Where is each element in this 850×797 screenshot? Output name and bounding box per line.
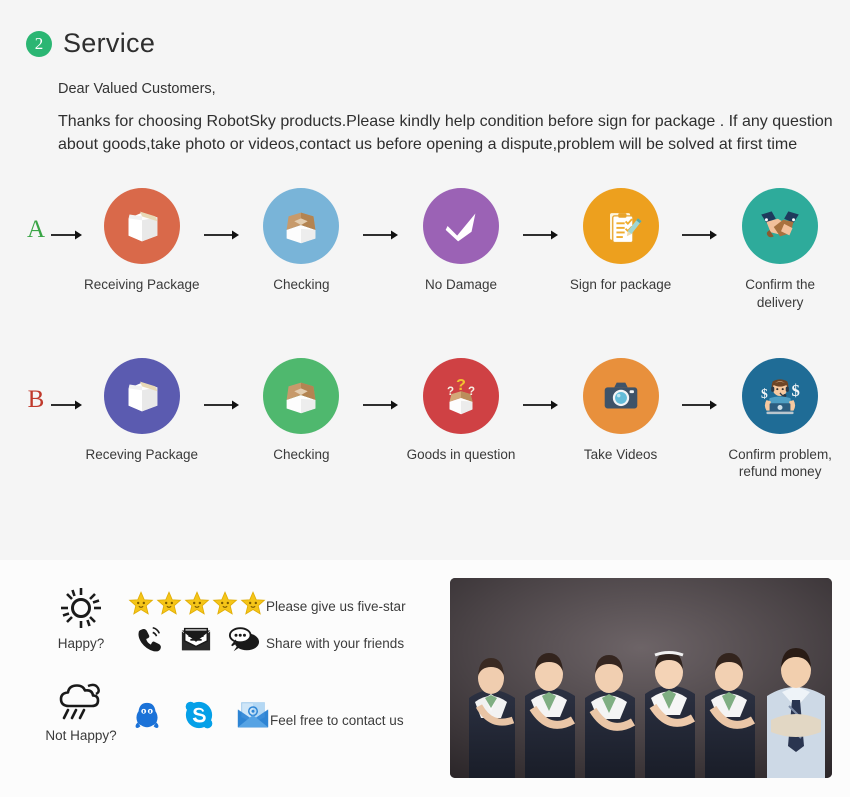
- support-agent-money-icon: $ $: [742, 357, 819, 434]
- happy-mood-column: Happy?: [38, 582, 124, 651]
- arrow-icon: [200, 398, 244, 412]
- star-icon: [240, 591, 266, 615]
- not-happy-mood-column: Not Happy?: [38, 674, 124, 743]
- rating-stars[interactable]: [128, 586, 266, 620]
- flow-step-label: Confirm problem, refund money: [728, 446, 832, 480]
- svg-text:?: ?: [456, 376, 466, 394]
- svg-text:?: ?: [447, 386, 454, 398]
- contact-us-caption: Feel free to contact us: [270, 712, 404, 728]
- skype-icon[interactable]: [184, 700, 214, 730]
- flow-step-label: Take Videos: [583, 446, 658, 462]
- svg-text:?: ?: [468, 386, 475, 398]
- greeting-text: Dear Valued Customers,: [58, 81, 216, 97]
- arrow-icon: [678, 398, 722, 412]
- star-icon: [184, 591, 210, 615]
- checkmark-icon: [422, 188, 499, 265]
- flow-step-label: Receiving Package: [84, 277, 200, 293]
- svg-text:$: $: [792, 381, 800, 400]
- share-icons: [128, 620, 266, 658]
- arrow-icon: [519, 228, 563, 242]
- flow-step[interactable]: ? ? ? Goods in question: [403, 357, 519, 464]
- flow-letter-b: B: [27, 385, 45, 413]
- not-happy-row: Not Happy? Feel free to contact us: [38, 674, 436, 743]
- star-icon: [128, 591, 154, 615]
- flow-step[interactable]: Receiving Package: [84, 188, 200, 294]
- star-icon: [212, 591, 238, 615]
- customer-service-team-photo: [450, 578, 832, 778]
- flow-step-label: Confirm the delivery: [745, 277, 816, 310]
- intro-block: Dear Valued Customers, Thanks for choosi…: [0, 81, 850, 156]
- service-section: 2 Service Dear Valued Customers, Thanks …: [0, 0, 850, 560]
- not-happy-caption-column: Feel free to contact us: [270, 674, 446, 738]
- qq-icon[interactable]: [132, 700, 162, 730]
- happy-captions: Please give us five-star Share with your…: [266, 582, 442, 662]
- flow-row-b: B Receving Package Checking ? ? ? Goods …: [0, 357, 850, 481]
- envelope-icon[interactable]: [180, 625, 212, 653]
- contact-left-panel: Happy? Please give us five-star Share wi…: [16, 578, 436, 797]
- closed-box-icon: [103, 188, 180, 265]
- happy-row: Happy? Please give us five-star Share wi…: [38, 582, 436, 662]
- clipboard-pencil-icon: [582, 188, 659, 265]
- section-header: 2 Service: [0, 28, 850, 59]
- open-box-icon: [263, 188, 340, 265]
- contact-icons: [128, 696, 270, 734]
- open-box-icon: [263, 357, 340, 434]
- happy-label: Happy?: [57, 636, 105, 651]
- flow-row-a: A Receiving Package Checking No Damage S…: [0, 188, 850, 311]
- arrow-icon: [50, 228, 84, 242]
- flow-step-label: Sign for package: [569, 277, 672, 293]
- flow-step[interactable]: Confirm the delivery: [722, 188, 838, 311]
- arrow-icon: [50, 398, 84, 412]
- section-number-badge: 2: [26, 30, 52, 57]
- flow-step[interactable]: Checking: [244, 357, 360, 464]
- not-happy-icons-column: [124, 674, 270, 734]
- intro-body-text: Thanks for choosing RobotSky products.Pl…: [58, 113, 833, 153]
- arrow-icon: [200, 228, 244, 242]
- svg-text:$: $: [761, 386, 768, 401]
- arrow-icon: [678, 228, 722, 242]
- flow-step-label: No Damage: [424, 277, 497, 293]
- flow-step-label: Goods in question: [406, 446, 516, 462]
- happy-icons-column: [124, 582, 266, 658]
- arrow-icon: [359, 398, 403, 412]
- flow-letter-a: A: [26, 216, 46, 244]
- arrow-icon: [519, 398, 563, 412]
- service-page: 2 Service Dear Valued Customers, Thanks …: [0, 0, 850, 797]
- handshake-icon: [742, 188, 819, 265]
- blue-mail-icon[interactable]: [236, 700, 270, 730]
- flow-step[interactable]: Receving Package: [84, 357, 200, 464]
- arrow-icon: [359, 228, 403, 242]
- star-icon: [156, 591, 182, 615]
- flow-step-label: Checking: [273, 446, 330, 462]
- share-caption: Share with your friends: [266, 635, 405, 651]
- camera-icon: [582, 357, 659, 434]
- not-happy-label: Not Happy?: [45, 728, 117, 743]
- rain-cloud-icon: [55, 674, 107, 726]
- flow-step[interactable]: $ $ Confirm problem, refund money: [722, 357, 838, 481]
- closed-box-icon: [103, 357, 180, 434]
- five-star-caption: Please give us five-star: [266, 598, 406, 614]
- flow-step[interactable]: Sign for package: [563, 188, 679, 294]
- chat-bubble-icon[interactable]: [228, 625, 260, 653]
- contact-section: Happy? Please give us five-star Share wi…: [0, 560, 850, 797]
- flow-step[interactable]: No Damage: [403, 188, 519, 294]
- flow-step-label: Checking: [273, 277, 330, 293]
- flow-step-label: Receving Package: [85, 446, 199, 462]
- sun-icon: [57, 582, 105, 634]
- page-title: Service: [63, 28, 156, 58]
- phone-ring-icon[interactable]: [134, 624, 164, 654]
- flow-step[interactable]: Take Videos: [563, 357, 679, 464]
- flow-step[interactable]: Checking: [244, 188, 360, 294]
- question-box-icon: ? ? ?: [422, 357, 499, 434]
